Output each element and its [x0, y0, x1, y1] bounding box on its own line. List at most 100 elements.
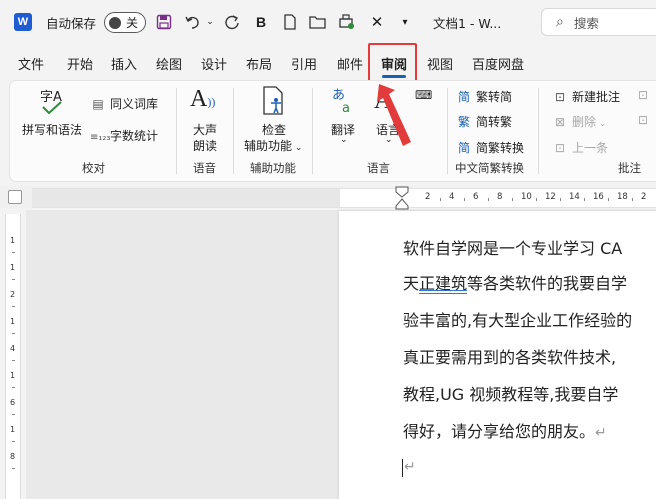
empty-paragraph-mark: ↵ — [404, 459, 416, 475]
comment-more-icon[interactable]: ⊡ — [638, 88, 648, 102]
thesaurus-label: 同义词库 — [110, 97, 159, 111]
ruler-number: 2 — [641, 192, 647, 202]
tab-home[interactable]: 开始 — [67, 50, 93, 76]
tab-mailings[interactable]: 邮件 — [337, 50, 363, 76]
translate-icon: あa — [330, 86, 358, 120]
proofing-group-label: 校对 — [82, 161, 105, 175]
ruler-number: 14 — [569, 192, 580, 202]
text-cursor — [402, 459, 403, 477]
title-bar: W 自动保存 关 ⌄ B ✕ ▾ 文档1 - W... ⌕ 搜索 — [0, 0, 656, 46]
vertical-ruler-number: 1 — [10, 317, 16, 326]
doc-line-4[interactable]: 真正要需用到的各类软件技术, — [403, 344, 616, 368]
vertical-ruler-tick — [12, 387, 15, 388]
ruler-tick — [584, 198, 585, 201]
read-aloud-icon: A)) — [190, 86, 216, 112]
previous-comment-button[interactable]: ⊡ 上一条 — [552, 139, 608, 156]
checkmark-icon — [41, 101, 63, 118]
word-app-icon: W — [14, 13, 32, 31]
tab-insert[interactable]: 插入 — [111, 50, 137, 76]
accessibility-check-label-1[interactable]: 检查 — [262, 121, 286, 138]
doc-line-2[interactable]: 天正建筑等各类软件的我要自学 — [403, 270, 627, 294]
dropdown-icon[interactable]: ▾ — [393, 11, 417, 33]
vertical-ruler-number: 1 — [10, 371, 16, 380]
redo-icon[interactable] — [220, 11, 244, 33]
spelling-flagged-text[interactable]: 正建筑 — [419, 274, 467, 293]
document-title: 文档1 - W... — [433, 15, 502, 31]
vertical-ruler-tick — [12, 333, 15, 334]
search-box[interactable]: ⌕ 搜索 — [541, 8, 656, 36]
word-count-button[interactable]: ≡₁₂₃字数统计 — [90, 127, 158, 144]
ruler-tick — [488, 198, 489, 201]
vertical-ruler-number: 4 — [10, 344, 16, 353]
translate-dropdown-icon[interactable]: ⌄ — [340, 135, 348, 145]
undo-dropdown-icon[interactable]: ⌄ — [204, 11, 216, 33]
paragraph-mark: ↵ — [595, 425, 607, 441]
group-separator — [447, 88, 448, 174]
vertical-ruler-tick — [12, 360, 15, 361]
ruler-number: 8 — [497, 192, 503, 202]
ruler-number: 6 — [473, 192, 479, 202]
vertical-ruler[interactable]: 1 1 2 1 4 1 6 1 8 — [5, 214, 21, 499]
horizontal-ruler[interactable]: 2 4 6 8 10 12 14 16 18 2 — [340, 188, 656, 208]
new-comment-button[interactable]: ⊡ 新建批注 — [552, 88, 620, 105]
tab-references[interactable]: 引用 — [291, 50, 317, 76]
save-icon[interactable] — [152, 11, 176, 33]
ruler-number: 16 — [593, 192, 604, 202]
tab-layout[interactable]: 布局 — [246, 50, 272, 76]
bold-icon[interactable]: B — [249, 11, 273, 33]
doc-line-3[interactable]: 验丰富的,有大型企业工作经验的 — [403, 307, 632, 331]
doc-line-1[interactable]: 软件自学网是一个专业学习 CA — [403, 235, 622, 259]
vertical-ruler-number: 8 — [10, 452, 16, 461]
comment-next-icon[interactable]: ⊡ — [638, 113, 648, 127]
read-aloud-label-2[interactable]: 朗读 — [193, 137, 217, 154]
doc-line-5[interactable]: 教程,UG 视频教程等,我要自学 — [403, 381, 618, 405]
tab-view[interactable]: 视图 — [427, 50, 453, 76]
delete-comment-icon: ⊠ — [554, 115, 566, 129]
vertical-ruler-tick — [12, 468, 15, 469]
simp-to-trad-button[interactable]: 繁简转繁 — [456, 113, 512, 130]
print-preview-icon[interactable] — [335, 11, 359, 33]
trad-simp-icon: 简 — [457, 90, 470, 104]
accessibility-check-label-2[interactable]: 辅助功能 ⌄ — [244, 137, 302, 154]
doc-line-6[interactable]: 得好，请分享给您的朋友。↵ — [403, 418, 607, 442]
vertical-ruler-number: 1 — [10, 425, 16, 434]
new-doc-icon[interactable] — [278, 11, 302, 33]
search-placeholder: 搜索 — [573, 15, 599, 31]
vertical-ruler-number: 6 — [10, 398, 16, 407]
autosave-toggle[interactable]: 关 — [104, 12, 146, 33]
conversion-button[interactable]: 简简繁转换 — [456, 139, 524, 156]
simp-trad-icon: 繁 — [457, 115, 470, 129]
trad-to-simp-button[interactable]: 简繁转简 — [456, 88, 512, 105]
speech-group-label: 语音 — [193, 161, 216, 175]
autosave-state: 关 — [126, 16, 139, 30]
ruler-number: 12 — [545, 192, 556, 202]
group-separator — [538, 88, 539, 174]
close-icon[interactable]: ✕ — [365, 11, 389, 33]
vertical-ruler-tick — [12, 306, 15, 307]
open-folder-icon[interactable] — [306, 11, 330, 33]
vertical-ruler-tick — [12, 252, 15, 253]
tab-design[interactable]: 设计 — [201, 50, 227, 76]
ruler-number: 18 — [617, 192, 628, 202]
thesaurus-button[interactable]: ▤ 同义词库 — [90, 95, 158, 112]
delete-comment-button[interactable]: ⊠ 删除 ⌄ — [552, 113, 606, 130]
undo-icon[interactable] — [181, 11, 205, 33]
tab-selector[interactable] — [8, 190, 22, 204]
ruler-number: 2 — [425, 192, 431, 202]
ribbon-tabs: 文件 开始 插入 绘图 设计 布局 引用 邮件 审阅 视图 百度网盘 — [0, 50, 656, 78]
tab-file[interactable]: 文件 — [18, 50, 44, 76]
indent-marker[interactable] — [395, 186, 409, 210]
language-group-label: 语言 — [367, 161, 390, 175]
word-count-icon: ≡₁₂₃ — [90, 132, 111, 143]
vertical-ruler-number: 1 — [10, 236, 16, 245]
tab-baidu-netdisk[interactable]: 百度网盘 — [472, 50, 524, 76]
ruler-margin — [32, 188, 340, 208]
toggle-knob — [109, 16, 121, 29]
annotation-arrow — [375, 82, 425, 151]
vertical-ruler-tick — [12, 441, 15, 442]
tab-draw[interactable]: 绘图 — [156, 50, 182, 76]
read-aloud-label-1[interactable]: 大声 — [193, 121, 217, 138]
ruler-tick — [608, 198, 609, 201]
autosave-label: 自动保存 — [46, 15, 97, 31]
spelling-grammar-button[interactable]: 拼写和语法 — [22, 121, 82, 138]
